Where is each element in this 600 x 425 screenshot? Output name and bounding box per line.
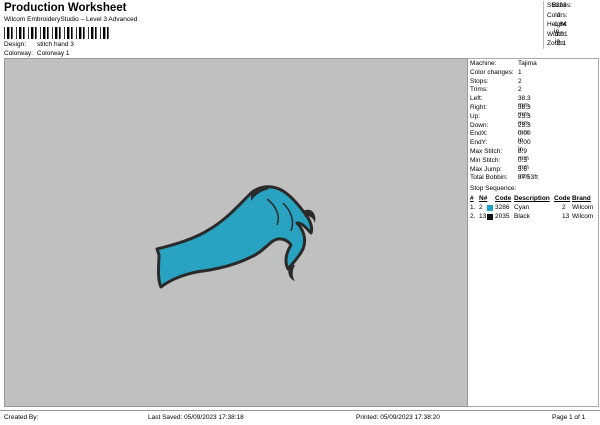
machine-info-panel: Machine: Tajima Color changes: 1 Stops: 2 Trim…: [468, 58, 599, 407]
row-code-2: 2: [562, 204, 566, 211]
machine-info-row: Down: 23.3 mm: [470, 121, 531, 136]
machine-info-label: Color changes:: [470, 68, 514, 76]
colorway-value: Colorway 1: [37, 50, 70, 57]
machine-info-row: Min Stitch: 0.3 mm: [470, 156, 529, 171]
machine-info-row: Color changes: 1: [470, 68, 522, 76]
machine-info-value: 2: [518, 86, 522, 94]
machine-info-label: Machine:: [470, 60, 497, 67]
row-code: 2035: [495, 213, 510, 220]
machine-info-label: Trims:: [470, 86, 488, 94]
row-needle: 2: [479, 204, 483, 211]
footer: Created By: Last Saved: 05/09/2023 17:38…: [0, 410, 600, 425]
machine-info-value: 1: [518, 68, 522, 76]
stop-sequence-title: Stop Sequence:: [470, 185, 517, 192]
header-code: Code: [495, 195, 512, 202]
header-needle: N#: [479, 195, 488, 202]
row-description: Cyan: [514, 204, 530, 211]
machine-info-label: EndX:: [470, 130, 488, 138]
machine-info-label: Down:: [470, 121, 489, 129]
header-description: Description: [514, 195, 550, 202]
machine-info-value: 37.53ft: [518, 174, 538, 182]
header-index: #: [470, 195, 474, 202]
machine-info-label: Min Stitch:: [470, 156, 501, 164]
machine-info-row: Max Stitch: 8.9 mm: [470, 148, 529, 162]
summary-value: 1:1: [557, 40, 567, 47]
machine-info-label: Up:: [470, 112, 481, 120]
summary-panel: Stitches: 5323 Colors: 2 Height: 1.84 in…: [543, 1, 600, 49]
stop-sequence-table: # N# Code Description Code Brand 1. 2 3286…: [468, 195, 598, 222]
machine-info-label: Max Stitch:: [470, 148, 503, 155]
summary-row-width: Width: 3.01 in: [547, 31, 568, 45]
machine-info-label: Left:: [470, 95, 483, 103]
summary-row-stitches: Stitches: 5323: [547, 2, 572, 9]
machine-info-row: Stops: 2: [470, 77, 522, 85]
summary-value: 5323: [552, 2, 567, 9]
table-row: 2. 13 2035 Black 13 Wilcom: [468, 213, 598, 222]
machine-info-row: Total Bobbin: 37.53ft: [470, 174, 538, 182]
machine-info-label: EndY:: [470, 139, 488, 147]
row-needle: 13: [479, 213, 487, 220]
stop-rows: 1. 2 3286 Cyan 2 Wilcom 2. 13 2035 Black 13 Wilcom: [468, 204, 598, 222]
machine-info-row: Up: 23.3 mm: [470, 112, 531, 127]
software-subtitle: Wilcom EmbroideryStudio – Level 3 Advanc…: [4, 16, 138, 23]
row-brand: Wilcom: [572, 213, 594, 220]
row-brand: Wilcom: [572, 204, 594, 211]
machine-info-row: Right: 38.3 mm: [470, 104, 531, 118]
colorway-label: Colorway:: [4, 50, 33, 57]
barcode: [4, 27, 109, 39]
header-brand: Brand: [572, 195, 591, 202]
summary-row-height: Height: 1.84 in: [547, 21, 568, 35]
claw-shape: [288, 265, 295, 281]
row-code-2: 13: [562, 213, 570, 220]
row-description: Black: [514, 213, 530, 220]
machine-info-row: EndX: 0.00 in: [470, 130, 531, 144]
footer-last-saved: Last Saved: 05/09/2023 17:38:18: [148, 414, 244, 421]
machine-info-row: Left: 38.3 mm: [470, 95, 531, 109]
row-index: 2.: [470, 213, 476, 220]
machine-info-label: Stops:: [470, 77, 489, 85]
machine-info-row: Trims: 2: [470, 86, 522, 94]
machine-info-label: Max Jump:: [470, 165, 502, 173]
table-row: 1. 2 3286 Cyan 2 Wilcom: [468, 204, 598, 213]
footer-page: Page 1 of 1: [552, 414, 586, 421]
design-preview: [4, 58, 468, 407]
summary-row-colors: Colors: 2: [547, 12, 568, 19]
color-swatch: [487, 205, 493, 211]
machine-info-row: Machine: Tajima: [470, 60, 537, 67]
design-value: stitch hand 3: [37, 41, 74, 48]
row-code: 3286: [495, 204, 510, 211]
header-code-2: Code: [554, 195, 571, 202]
machine-info-row: Max Jump: 3.6 mm: [470, 165, 529, 180]
machine-info-label: Total Bobbin:: [470, 174, 508, 182]
machine-info-value: 2: [518, 77, 522, 85]
page-title: Production Worksheet: [4, 2, 127, 14]
table-header: # N# Code Description Code Brand: [468, 195, 598, 204]
design-label: Design:: [4, 41, 27, 48]
color-swatch: [487, 214, 493, 220]
row-index: 1.: [470, 204, 476, 211]
summary-value: 2: [557, 11, 561, 19]
footer-printed: Printed: 05/09/2023 17:38:20: [356, 414, 440, 421]
footer-created-by: Created By:: [4, 414, 39, 421]
machine-info-value: Tajima: [518, 60, 537, 67]
embroidery-design: [155, 185, 316, 289]
machine-info-label: Right:: [470, 104, 487, 111]
summary-row-zoom: Zoom: 1:1: [547, 40, 567, 47]
machine-info-row: EndY: 0.00 in: [470, 139, 531, 153]
